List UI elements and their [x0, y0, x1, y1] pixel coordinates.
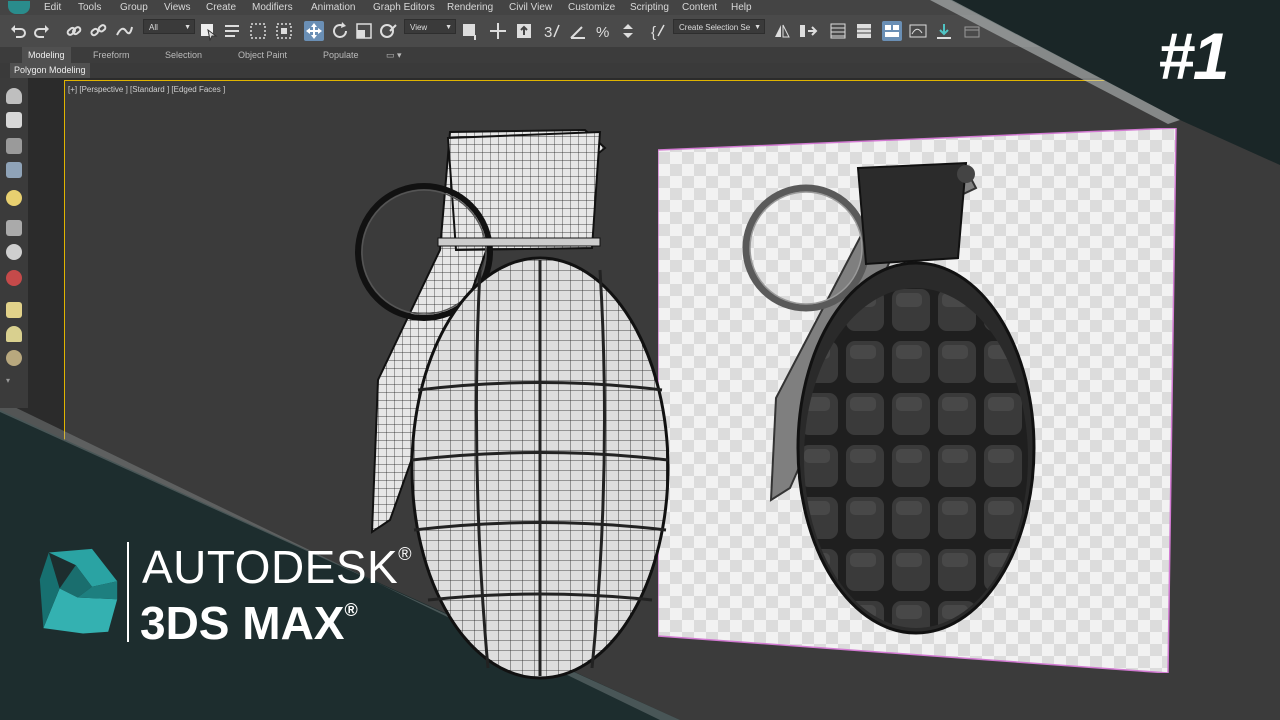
move-icon[interactable]: [304, 21, 324, 41]
mirror-icon[interactable]: [772, 21, 792, 41]
ribbon-options-icon[interactable]: ▭ ▾: [386, 47, 402, 63]
hemisphere-icon[interactable]: [6, 326, 22, 342]
schematic-view-icon[interactable]: [908, 21, 928, 41]
menu-rendering[interactable]: Rendering: [447, 0, 493, 15]
layer-explorer-icon[interactable]: [828, 21, 848, 41]
motion-panel-icon[interactable]: [6, 162, 22, 178]
edit-named-selection-icon[interactable]: {: [648, 21, 668, 41]
angle-snap-icon[interactable]: [568, 21, 588, 41]
sphere-icon[interactable]: [6, 350, 22, 366]
undo-icon[interactable]: [8, 21, 28, 41]
menu-civil-view[interactable]: Civil View: [509, 0, 552, 15]
brand-3dsmax-label: 3DS MAX: [140, 597, 345, 649]
folder-icon[interactable]: [6, 302, 22, 318]
hierarchy-panel-icon[interactable]: [6, 138, 22, 154]
reference-coordinate-value: View: [410, 23, 428, 32]
chevron-down-icon[interactable]: ▾: [6, 376, 22, 385]
registered-mark: ®: [344, 600, 358, 620]
unlink-icon[interactable]: [88, 21, 108, 41]
tab-object-paint[interactable]: Object Paint: [238, 47, 287, 63]
grenade-wireframe-model[interactable]: [330, 120, 690, 680]
place-icon[interactable]: [378, 21, 398, 41]
rectangular-selection-icon[interactable]: [248, 21, 268, 41]
brand-autodesk-text: AUTODESK®: [142, 540, 412, 594]
menu-scripting[interactable]: Scripting: [630, 0, 669, 15]
modify-panel-icon[interactable]: [6, 112, 22, 128]
teapot-icon[interactable]: [6, 88, 22, 104]
redo-icon[interactable]: [32, 21, 52, 41]
menu-create[interactable]: Create: [206, 0, 236, 15]
svg-text:{: {: [651, 24, 656, 41]
chevron-down-icon: ▼: [754, 24, 761, 31]
tab-modeling[interactable]: Modeling: [22, 47, 71, 63]
light-bulb-icon[interactable]: [6, 190, 22, 206]
spinner-snap-icon[interactable]: [618, 21, 638, 41]
svg-text:3: 3: [544, 24, 552, 41]
menu-graph-editors[interactable]: Graph Editors: [373, 0, 435, 15]
named-selection-set-value: Create Selection Se: [679, 23, 751, 32]
tab-selection[interactable]: Selection: [165, 47, 202, 63]
brand-3dsmax-text: 3DS MAX®: [140, 596, 358, 650]
named-selection-set-dropdown[interactable]: Create Selection Se ▼: [673, 19, 765, 34]
left-command-panel: ▾: [0, 78, 28, 408]
registered-mark: ®: [398, 544, 412, 564]
curve-editor-icon[interactable]: [882, 21, 902, 41]
svg-text:%: %: [596, 24, 609, 41]
toggle-ribbon-icon[interactable]: [854, 21, 874, 41]
menu-animation[interactable]: Animation: [311, 0, 355, 15]
align-icon[interactable]: [798, 21, 818, 41]
chevron-down-icon: ▼: [184, 24, 191, 31]
menu-customize[interactable]: Customize: [568, 0, 615, 15]
percent-snap-icon[interactable]: %: [594, 21, 614, 41]
select-manipulate-icon[interactable]: [488, 21, 508, 41]
viewport-label[interactable]: [+] [Perspective ] [Standard ] [Edged Fa…: [68, 85, 225, 94]
decorative-band-top-right: [930, 0, 1280, 165]
menu-group[interactable]: Group: [120, 0, 148, 15]
polygon-modeling-panel[interactable]: Polygon Modeling: [10, 63, 90, 78]
camera-icon[interactable]: [6, 270, 22, 286]
selection-filter-value: All: [149, 23, 158, 32]
episode-number: #1: [1158, 19, 1229, 93]
reference-coordinate-dropdown[interactable]: View ▼: [404, 19, 456, 34]
reference-image-plane[interactable]: [658, 128, 1178, 673]
tab-freeform[interactable]: Freeform: [93, 47, 130, 63]
selection-filter-dropdown[interactable]: All ▼: [143, 19, 195, 34]
3ds-max-logo-icon: [39, 548, 118, 634]
link-icon[interactable]: [64, 21, 84, 41]
select-object-icon[interactable]: [198, 21, 218, 42]
menu-edit[interactable]: Edit: [44, 0, 61, 15]
menu-tools[interactable]: Tools: [78, 0, 101, 15]
menu-help[interactable]: Help: [731, 0, 752, 15]
menu-modifiers[interactable]: Modifiers: [252, 0, 293, 15]
select-by-name-icon[interactable]: [222, 21, 242, 41]
window-crossing-icon[interactable]: [274, 21, 294, 41]
menu-views[interactable]: Views: [164, 0, 191, 15]
rotate-icon[interactable]: [330, 21, 350, 41]
helper-icon[interactable]: [6, 220, 22, 236]
bind-spacewarp-icon[interactable]: [114, 21, 134, 41]
scale-icon[interactable]: [354, 21, 374, 41]
keyboard-shortcut-icon[interactable]: [514, 21, 534, 41]
chevron-down-icon: ▼: [445, 24, 452, 31]
tab-populate[interactable]: Populate: [323, 47, 359, 63]
app-logo-icon[interactable]: [8, 1, 30, 14]
spacewarp-icon[interactable]: [6, 244, 22, 260]
brand-divider: [127, 542, 129, 642]
pivot-center-icon[interactable]: [460, 21, 480, 41]
snaps-toggle-icon[interactable]: 3: [542, 21, 562, 41]
menu-content[interactable]: Content: [682, 0, 717, 15]
brand-autodesk-label: AUTODESK: [142, 541, 399, 593]
